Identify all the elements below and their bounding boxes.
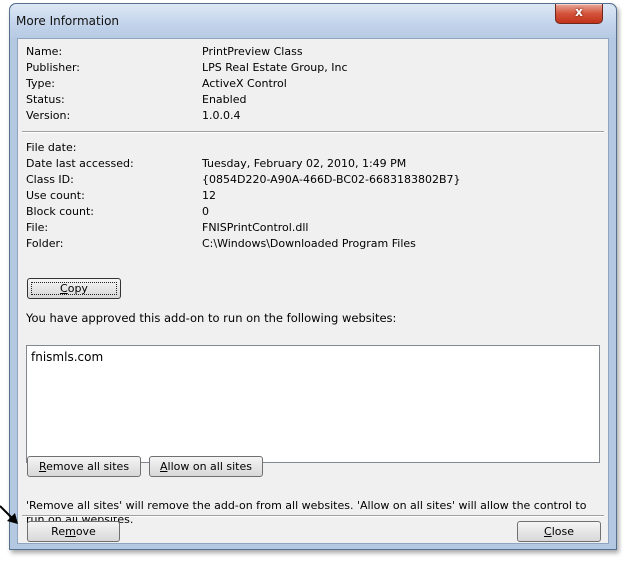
detail-label: Use count: — [26, 189, 85, 202]
info-label: Version: — [26, 109, 71, 122]
info-value: ActiveX Control — [202, 77, 287, 90]
info-value: PrintPreview Class — [202, 45, 303, 58]
info-value: 1.0.0.4 — [202, 109, 241, 122]
remove-all-sites-button[interactable]: Remove all sites — [27, 456, 141, 477]
detail-label: File date: — [26, 141, 77, 154]
arrow-pointer-icon — [0, 505, 18, 524]
allow-on-all-sites-label: Allow on all sites — [159, 460, 252, 473]
close-button[interactable]: Close — [517, 521, 601, 542]
remove-button-label: Remove — [51, 525, 96, 538]
detail-value: 12 — [202, 189, 216, 202]
more-information-dialog: More Information x Name: PrintPreview Cl… — [9, 3, 617, 550]
detail-value: C:\Windows\Downloaded Program Files — [202, 237, 416, 250]
detail-value: {0854D220-A90A-466D-BC02-6683183802B7} — [202, 173, 461, 186]
allow-on-all-sites-button[interactable]: Allow on all sites — [149, 456, 263, 477]
info-label: Publisher: — [26, 61, 81, 74]
copy-button[interactable]: Copy — [27, 278, 121, 299]
info-label: Status: — [26, 93, 65, 106]
close-button-label: Close — [544, 525, 574, 538]
info-label: Type: — [26, 77, 55, 90]
detail-value: 0 — [202, 205, 209, 218]
info-value: Enabled — [202, 93, 247, 106]
info-label: Name: — [26, 45, 63, 58]
detail-label: File: — [26, 221, 49, 234]
detail-value: Tuesday, February 02, 2010, 1:49 PM — [202, 157, 407, 170]
detail-label: Date last accessed: — [26, 157, 134, 170]
dialog-title: More Information — [16, 14, 120, 28]
sites-heading: You have approved this add-on to run on … — [26, 311, 397, 325]
dialog-body: Name: PrintPreview Class Publisher: LPS … — [17, 38, 609, 544]
title-bar[interactable]: More Information x — [10, 4, 616, 38]
remove-button[interactable]: Remove — [27, 521, 120, 542]
info-value: LPS Real Estate Group, Inc — [202, 61, 348, 74]
approved-sites-list[interactable]: fnismls.com — [26, 345, 600, 463]
footer-divider — [22, 515, 604, 517]
detail-label: Block count: — [26, 205, 94, 218]
section-divider — [22, 131, 604, 133]
close-icon: x — [575, 5, 583, 19]
remove-all-sites-label: Remove all sites — [38, 460, 130, 473]
list-item[interactable]: fnismls.com — [31, 350, 103, 364]
focus-ring — [31, 282, 117, 295]
detail-value: FNISPrintControl.dll — [202, 221, 309, 234]
close-window-button[interactable]: x — [555, 4, 603, 24]
detail-label: Folder: — [26, 237, 64, 250]
detail-label: Class ID: — [26, 173, 74, 186]
